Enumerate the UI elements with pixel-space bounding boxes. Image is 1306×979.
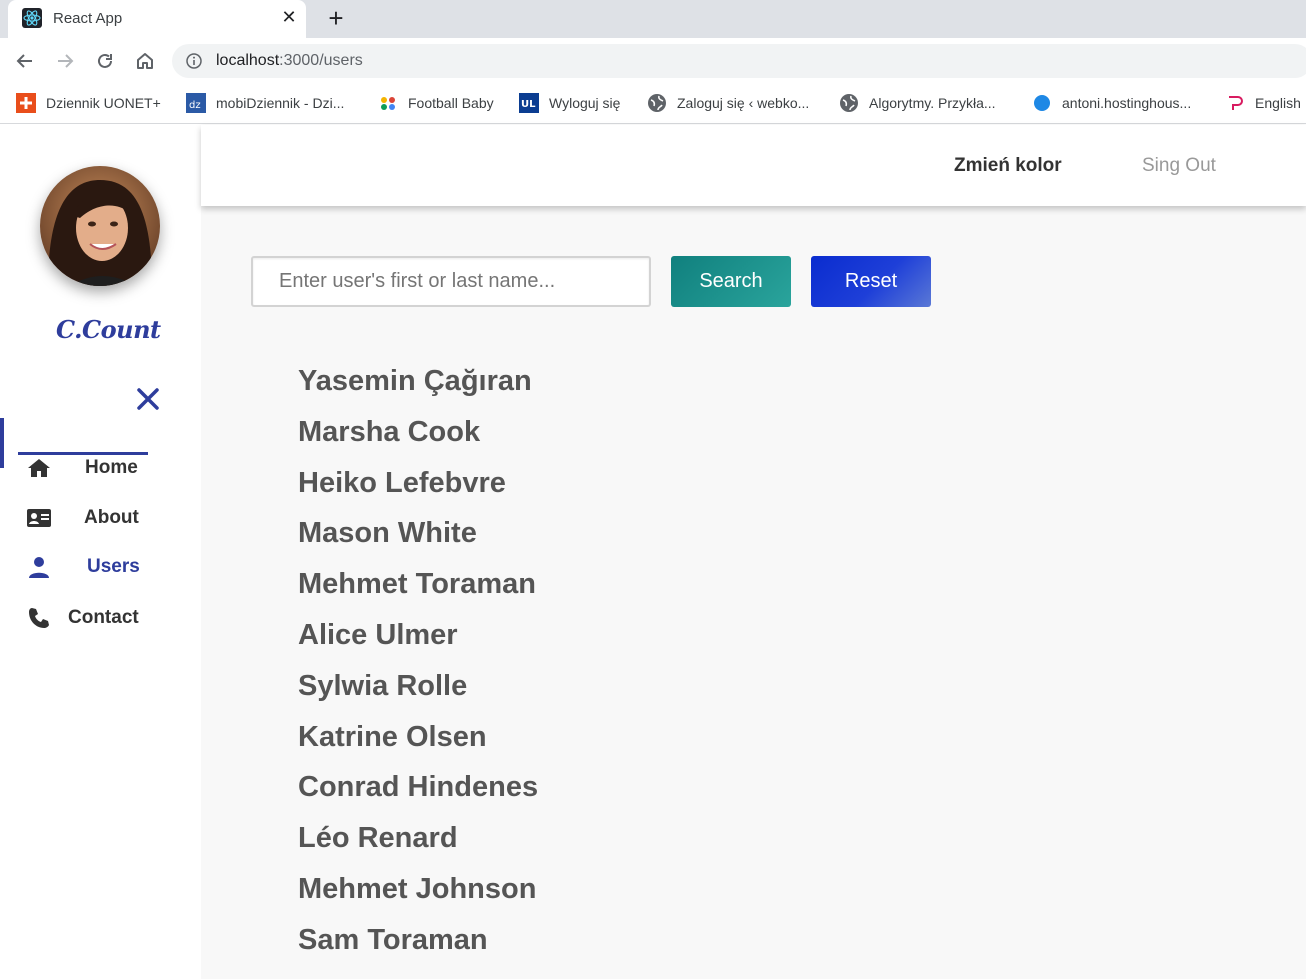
user-list-item[interactable]: Sam Toraman — [298, 920, 538, 971]
user-list-item[interactable]: Mason White — [298, 513, 538, 564]
browser-tab-strip: React App ✕ + — [0, 0, 1306, 38]
football-baby-icon — [381, 97, 395, 110]
brand-logo: C.Count — [56, 315, 161, 344]
phone-icon — [26, 607, 52, 629]
bookmark-label: Algorytmy. Przykła... — [869, 95, 996, 111]
id-card-icon — [26, 507, 52, 529]
hosting-icon — [1034, 95, 1050, 111]
globe-icon — [648, 94, 666, 112]
url-text: localhost:3000/users — [216, 52, 363, 70]
bookmark-item[interactable]: UL Wyloguj się — [519, 92, 620, 114]
mobidziennik-icon: dz — [186, 93, 206, 113]
user-list-item[interactable]: Mehmet Johnson — [298, 869, 538, 920]
arrow-right-icon — [58, 54, 74, 68]
user-list-item[interactable]: Mehmet Toraman — [298, 564, 538, 615]
bookmark-label: English — [1255, 95, 1301, 111]
reload-icon — [98, 53, 112, 68]
sidebar-item-contact[interactable]: Contact — [0, 597, 201, 637]
globe-icon — [840, 94, 858, 112]
arrow-left-icon — [16, 54, 32, 68]
bookmarks-bar: Dziennik UONET+ dz mobiDziennik - Dzi...… — [0, 84, 1306, 124]
bookmark-item[interactable]: Algorytmy. Przykła... — [839, 92, 996, 114]
browser-home-icon — [137, 53, 153, 69]
react-icon — [22, 8, 42, 28]
bookmark-label: Zaloguj się ‹ webko... — [677, 95, 810, 111]
svg-text:UL: UL — [521, 99, 536, 110]
user-list-item[interactable]: Alice Ulmer — [298, 615, 538, 666]
bookmark-item[interactable]: antoni.hostinghous... — [1032, 92, 1191, 114]
url-path: :3000/users — [279, 52, 363, 69]
user-list-item[interactable]: Sylwia Rolle — [298, 666, 538, 717]
bookmark-item[interactable]: Dziennik UONET+ — [16, 92, 161, 114]
user-list-item[interactable]: Marsha Cook — [298, 412, 538, 463]
ul-icon: UL — [519, 93, 539, 113]
tab-title: React App — [53, 10, 123, 27]
new-tab-button[interactable]: + — [322, 4, 350, 32]
main-content: Zmień kolor Sing Out Search Reset Yasemi… — [201, 125, 1306, 979]
search-button[interactable]: Search — [671, 256, 791, 307]
bookmark-label: mobiDziennik - Dzi... — [216, 95, 345, 111]
user-list-item[interactable]: Yasemin Çağıran — [298, 361, 538, 412]
svg-text:dz: dz — [189, 100, 201, 111]
tab-close-icon[interactable]: ✕ — [278, 6, 300, 28]
address-bar[interactable]: localhost:3000/users — [172, 44, 1306, 78]
sidebar-item-about[interactable]: About — [0, 497, 201, 537]
reset-button[interactable]: Reset — [811, 256, 931, 307]
bookmark-item[interactable]: English — [1225, 92, 1301, 114]
active-underline — [18, 452, 148, 455]
english-icon — [1229, 96, 1243, 110]
sidebar-item-label: Contact — [68, 607, 139, 628]
user-list-item[interactable]: Heiko Lefebvre — [298, 463, 538, 514]
close-icon[interactable] — [134, 385, 162, 413]
bookmark-item[interactable]: Zaloguj się ‹ webko... — [647, 92, 809, 114]
app-header: Zmień kolor Sing Out — [201, 125, 1306, 206]
change-color-button[interactable]: Zmień kolor — [954, 155, 1062, 177]
home-button[interactable] — [132, 48, 158, 74]
sidebar-item-users[interactable]: Users — [0, 546, 201, 586]
user-list: Yasemin Çağıran Marsha Cook Heiko Lefebv… — [298, 361, 538, 971]
avatar-photo — [40, 166, 160, 286]
sidebar: C.Count Home About Users Contact — [0, 125, 201, 979]
home-icon — [26, 457, 52, 479]
forward-button[interactable] — [52, 48, 78, 74]
reload-button[interactable] — [92, 48, 118, 74]
bookmark-label: Football Baby — [408, 95, 494, 111]
browser-toolbar: localhost:3000/users — [0, 38, 1306, 84]
back-button[interactable] — [12, 48, 38, 74]
browser-tab[interactable]: React App ✕ — [8, 0, 306, 38]
bookmark-item[interactable]: Football Baby — [378, 92, 494, 114]
user-list-item[interactable]: Katrine Olsen — [298, 717, 538, 768]
sign-out-button[interactable]: Sing Out — [1142, 155, 1216, 177]
uonet-icon — [16, 93, 36, 113]
url-host: localhost — [216, 52, 280, 69]
avatar — [40, 166, 160, 286]
user-icon — [26, 556, 52, 578]
search-input[interactable] — [251, 256, 651, 307]
sidebar-item-label: About — [84, 507, 139, 528]
user-list-item[interactable]: Léo Renard — [298, 818, 538, 869]
bookmark-label: antoni.hostinghous... — [1062, 95, 1192, 111]
sidebar-item-label: Home — [85, 457, 138, 478]
active-indicator — [0, 418, 4, 468]
sidebar-item-label: Users — [87, 556, 140, 577]
user-list-item[interactable]: Conrad Hindenes — [298, 767, 538, 818]
info-icon[interactable] — [186, 53, 202, 69]
bookmark-label: Wyloguj się — [549, 95, 621, 111]
bookmark-label: Dziennik UONET+ — [46, 95, 161, 111]
bookmark-item[interactable]: dz mobiDziennik - Dzi... — [186, 92, 344, 114]
